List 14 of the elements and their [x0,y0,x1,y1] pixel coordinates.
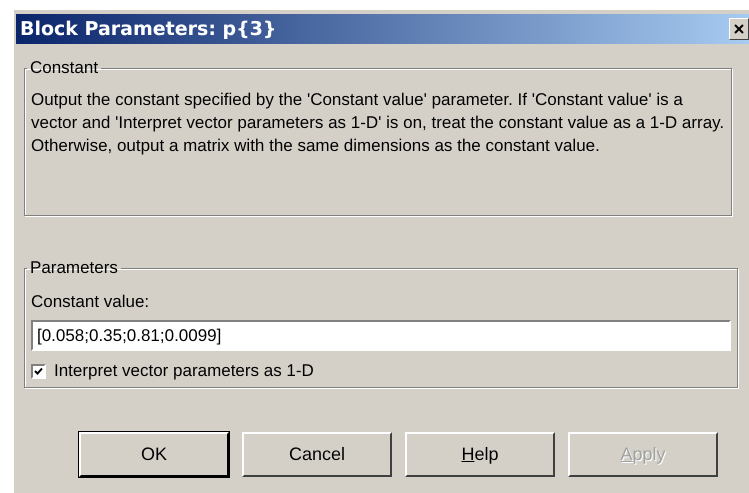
constant-value-field[interactable]: [0.058;0.35;0.81;0.0099] [31,320,731,351]
checkbox-label: Interpret vector parameters as 1-D [54,361,314,381]
checkmark-icon [34,366,43,376]
dialog-button[interactable]: Help [405,432,555,477]
close-icon [734,24,744,34]
close-button[interactable] [729,18,749,40]
group-title: Constant [29,58,100,78]
description-text: Output the constant specified by the 'Constant value' parameter. If 'Constant value' is a vector and 'Interpret vector parameters as 1-D' is on, treat the constant value as a 1-D array. Otherwise, output a matrix with the same dimensions as the constant value. [31,89,725,157]
dialog-button[interactable]: Cancel [242,432,392,477]
group-title: Parameters [29,258,119,278]
window-title: Block Parameters: p{3} [20,18,276,40]
checkbox[interactable] [31,364,46,378]
field-label: Constant value: [31,292,150,312]
dialog-button[interactable]: OK [79,432,229,477]
